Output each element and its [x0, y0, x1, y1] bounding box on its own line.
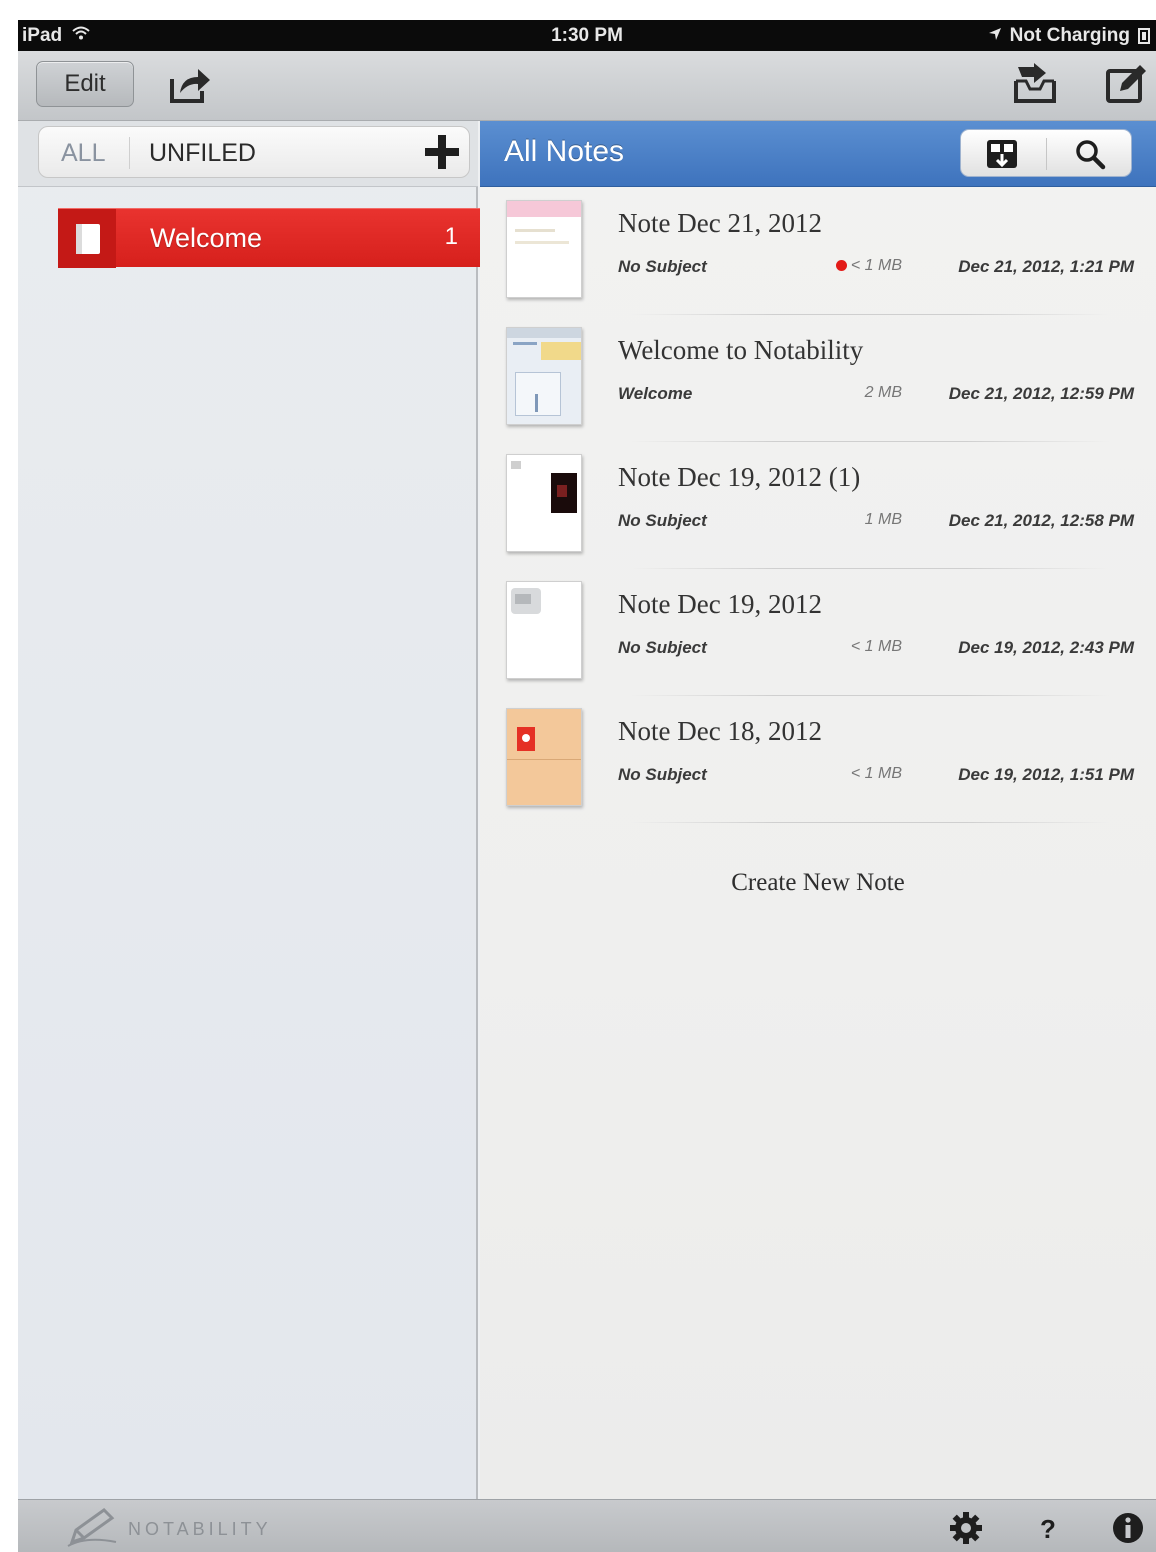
subject-color-tab	[58, 209, 116, 268]
note-size: < 1 MB	[820, 257, 902, 275]
note-row[interactable]: Welcome to Notability Welcome 2 MB Dec 2…	[480, 315, 1156, 442]
library-toolbar: Edit	[18, 51, 1156, 121]
location-arrow-icon	[988, 25, 1002, 47]
svg-text:?: ?	[1040, 1514, 1056, 1544]
filter-unfiled-tab[interactable]: UNFILED	[149, 139, 256, 168]
notes-list-pane: All Notes Note Dec 21, 2012 No Subject <…	[480, 121, 1156, 1499]
filter-divider	[129, 137, 130, 169]
note-row[interactable]: Note Dec 19, 2012 No Subject < 1 MB Dec …	[480, 569, 1156, 696]
note-size: 2 MB	[864, 384, 902, 401]
status-bar: iPad 1:30 PM Not Charging	[18, 20, 1156, 51]
note-title: Note Dec 19, 2012	[618, 589, 822, 619]
filter-all-tab[interactable]: ALL	[61, 139, 105, 168]
battery-icon	[1138, 28, 1150, 44]
note-subject: No Subject	[618, 257, 707, 276]
inbox-import-icon[interactable]	[1012, 63, 1060, 107]
note-thumbnail	[506, 454, 582, 552]
note-title: Welcome to Notability	[618, 335, 864, 365]
filter-segmented-control: ALL UNFILED	[38, 126, 470, 178]
header-tools-control	[960, 129, 1132, 177]
note-title: Note Dec 21, 2012	[618, 208, 822, 238]
row-divider	[630, 822, 1110, 823]
note-thumbnail	[506, 200, 582, 298]
brand-logo: NOTABILITY	[66, 1506, 272, 1552]
info-icon[interactable]	[1110, 1510, 1146, 1546]
create-new-note-button[interactable]: Create New Note	[480, 869, 1156, 897]
recording-indicator-icon	[835, 260, 847, 271]
note-size: < 1 MB	[850, 638, 902, 655]
note-subject: No Subject	[618, 638, 707, 657]
note-size: 1 MB	[864, 511, 902, 528]
brand-name: NOTABILITY	[128, 1519, 272, 1539]
note-row[interactable]: Note Dec 18, 2012 No Subject < 1 MB Dec …	[480, 696, 1156, 823]
subjects-sidebar: ALL UNFILED Welcome 1	[18, 121, 480, 1499]
note-thumbnail	[506, 708, 582, 806]
subject-label: Welcome	[150, 223, 263, 253]
note-row[interactable]: Note Dec 21, 2012 No Subject < 1 MB Dec …	[480, 188, 1156, 315]
pencil-logo-icon	[66, 1506, 122, 1552]
note-subject: No Subject	[618, 511, 707, 530]
compose-icon[interactable]	[1104, 63, 1152, 107]
note-modified-date: Dec 21, 2012, 12:59 PM	[948, 384, 1134, 403]
note-subject: Welcome	[618, 384, 693, 403]
note-row[interactable]: Note Dec 19, 2012 (1) No Subject 1 MB De…	[480, 442, 1156, 569]
note-title: Note Dec 19, 2012 (1)	[618, 462, 861, 492]
search-icon[interactable]	[1073, 138, 1107, 170]
sort-icon[interactable]	[985, 138, 1019, 170]
note-thumbnail	[506, 327, 582, 425]
subject-note-count: 1	[444, 223, 458, 250]
note-size: < 1 MB	[850, 765, 902, 782]
notebook-icon	[76, 224, 100, 254]
share-icon[interactable]	[166, 63, 214, 107]
note-title: Note Dec 18, 2012	[618, 716, 822, 746]
notes-header-title: All Notes	[504, 135, 625, 168]
header-tools-divider	[1046, 138, 1047, 170]
note-subject: No Subject	[618, 765, 707, 784]
note-modified-date: Dec 21, 2012, 12:58 PM	[948, 511, 1134, 530]
edit-button[interactable]: Edit	[36, 61, 134, 107]
ipad-screen: iPad 1:30 PM Not Charging Edit ALL UNFIL…	[18, 20, 1156, 1552]
notes-header: All Notes	[480, 121, 1156, 187]
bottom-bar: NOTABILITY ?	[18, 1499, 1156, 1552]
note-modified-date: Dec 19, 2012, 1:51 PM	[958, 765, 1134, 784]
help-icon[interactable]: ?	[1030, 1510, 1066, 1546]
subject-item-welcome[interactable]: Welcome 1	[58, 208, 480, 268]
battery-status-text: Not Charging	[1009, 25, 1130, 46]
status-time: 1:30 PM	[551, 25, 623, 46]
note-modified-date: Dec 21, 2012, 1:21 PM	[958, 257, 1134, 276]
note-modified-date: Dec 19, 2012, 2:43 PM	[958, 638, 1134, 657]
note-thumbnail	[506, 581, 582, 679]
settings-gear-icon[interactable]	[948, 1510, 984, 1546]
add-subject-icon[interactable]	[425, 135, 459, 169]
subject-filter-bar: ALL UNFILED	[18, 121, 478, 187]
